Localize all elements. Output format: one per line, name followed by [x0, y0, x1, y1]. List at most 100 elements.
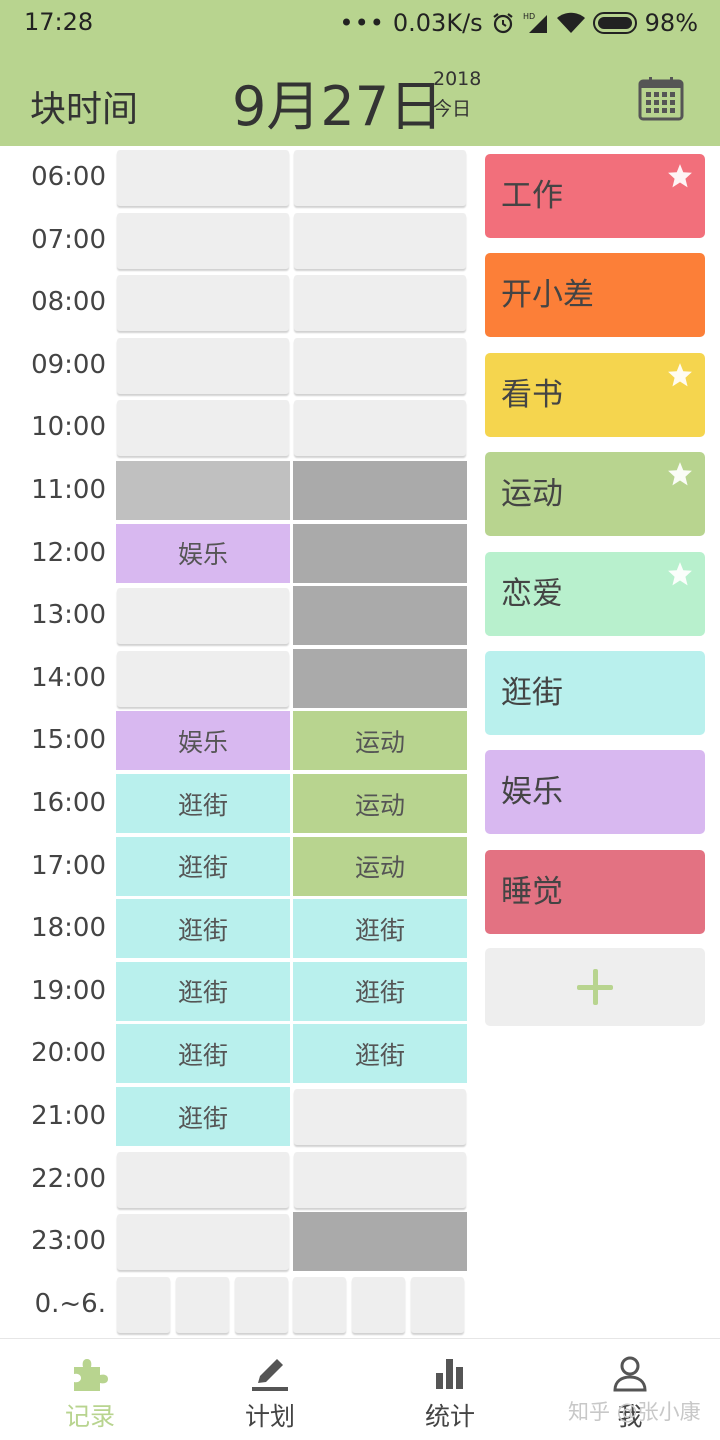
- night-slot-cell[interactable]: [293, 1276, 347, 1333]
- time-slot-cell[interactable]: [117, 650, 289, 707]
- time-slot-cell[interactable]: [294, 212, 466, 269]
- category-button[interactable]: 睡觉: [485, 849, 705, 934]
- time-row: 20:00 逛街 逛街: [0, 1022, 474, 1085]
- time-label: 0.~6.: [34, 1288, 106, 1319]
- time-slot-cell[interactable]: 运动: [293, 711, 467, 771]
- category-label: 开小差: [501, 277, 594, 314]
- star-icon[interactable]: [667, 163, 693, 189]
- time-slot-cell[interactable]: [294, 150, 466, 206]
- status-bar: 17:28 ••• 0.03K/s HD 98%: [0, 0, 720, 46]
- star-icon[interactable]: [667, 561, 693, 587]
- time-row: 15:00 娱乐 运动: [0, 709, 474, 772]
- current-date[interactable]: 9月27日: [232, 62, 443, 141]
- time-slot-cell[interactable]: 逛街: [116, 1024, 290, 1084]
- time-row: 18:00 逛街 逛街: [0, 897, 474, 960]
- category-button[interactable]: 逛街: [485, 651, 705, 735]
- category-button[interactable]: 运动: [485, 452, 705, 537]
- time-slot-cell[interactable]: [294, 1151, 466, 1208]
- time-label: 19:00: [31, 975, 106, 1006]
- time-row: 19:00 逛街 逛街: [0, 960, 474, 1023]
- nav-record[interactable]: 记录: [0, 1339, 180, 1440]
- time-slot-cell[interactable]: [293, 523, 467, 583]
- time-slot-cell[interactable]: [117, 588, 289, 645]
- time-slot-cell[interactable]: [117, 150, 289, 206]
- time-label: 23:00: [31, 1226, 106, 1257]
- time-slot-cell[interactable]: [294, 275, 466, 332]
- night-slot-cell[interactable]: [352, 1276, 406, 1333]
- time-row: 22:00: [0, 1148, 474, 1211]
- time-row: 11:00: [0, 459, 474, 522]
- svg-text:HD: HD: [523, 12, 535, 21]
- today-label: 今日: [433, 98, 472, 120]
- category-label: 恋爱: [501, 575, 563, 612]
- time-row: 0.~6.: [0, 1273, 474, 1336]
- time-slot-cell[interactable]: 逛街: [293, 899, 467, 959]
- time-slot-cell[interactable]: 娱乐: [116, 523, 290, 583]
- battery-percent: 98%: [644, 9, 698, 37]
- time-label: 08:00: [31, 287, 106, 318]
- nav-plan-label: 计划: [244, 1402, 295, 1431]
- calendar-icon[interactable]: [637, 76, 685, 122]
- time-slot-cell[interactable]: 逛街: [116, 1087, 290, 1146]
- time-slot-cell[interactable]: 逛街: [293, 961, 467, 1021]
- category-button[interactable]: 娱乐: [485, 750, 705, 835]
- time-slot-cell[interactable]: 运动: [293, 836, 467, 896]
- category-button[interactable]: 工作: [485, 154, 705, 238]
- time-slot-cell[interactable]: [116, 461, 290, 520]
- app-title: 块时间: [30, 89, 139, 130]
- time-label: 16:00: [31, 788, 106, 818]
- time-slot-cell[interactable]: 逛街: [116, 774, 290, 833]
- time-slot-cell[interactable]: [294, 1089, 466, 1145]
- plus-icon-vertical: [592, 969, 598, 1005]
- star-icon[interactable]: [667, 362, 693, 388]
- night-slot-cell[interactable]: [234, 1276, 288, 1333]
- time-slot-cell[interactable]: 逛街: [116, 836, 290, 896]
- night-slot-cell[interactable]: [175, 1276, 229, 1333]
- status-right: ••• 0.03K/s HD 98%: [339, 6, 698, 40]
- time-label: 18:00: [31, 913, 106, 944]
- time-slot-cell[interactable]: [293, 586, 467, 646]
- category-label: 睡觉: [501, 873, 563, 910]
- time-slot-cell[interactable]: [293, 1212, 467, 1272]
- pencil-icon: [252, 1359, 288, 1391]
- time-slot-cell[interactable]: [117, 337, 289, 394]
- time-slot-cell[interactable]: [117, 400, 289, 457]
- time-slot-cell[interactable]: [294, 337, 466, 394]
- category-button[interactable]: 看书: [485, 352, 705, 437]
- night-slot-cell[interactable]: [411, 1276, 464, 1333]
- schedule-grid: 06:00 07:00 08:00 09:00 10:00 11:00 12:00 娱乐 13:…: [0, 146, 474, 1338]
- time-row: 21:00 逛街: [0, 1085, 474, 1148]
- app-header: 块时间 9月27日 2018 今日: [0, 46, 720, 146]
- time-slot-cell[interactable]: [117, 212, 289, 269]
- star-icon[interactable]: [667, 461, 693, 487]
- time-row: 10:00: [0, 396, 474, 459]
- time-slot-cell[interactable]: 逛街: [116, 899, 290, 959]
- nav-stats[interactable]: 统计: [360, 1339, 540, 1440]
- time-slot-cell[interactable]: [117, 1151, 289, 1208]
- category-button[interactable]: 开小差: [485, 253, 705, 338]
- time-slot-cell[interactable]: 逛街: [116, 961, 290, 1021]
- alarm-icon: [492, 13, 513, 34]
- time-slot-cell[interactable]: 运动: [293, 774, 467, 833]
- user-icon: [613, 1356, 647, 1392]
- time-slot-cell[interactable]: 娱乐: [116, 711, 290, 771]
- time-slot-cell[interactable]: [117, 275, 289, 332]
- time-slot-cell[interactable]: [117, 1214, 289, 1271]
- time-slot-cell[interactable]: 逛街: [293, 1024, 467, 1084]
- add-category-button[interactable]: [485, 948, 705, 1026]
- time-slot-cell[interactable]: [293, 648, 467, 708]
- time-slot-cell[interactable]: [294, 400, 466, 457]
- time-row: 06:00: [0, 146, 474, 209]
- time-row: 23:00: [0, 1210, 474, 1273]
- time-slot-cell[interactable]: [293, 461, 467, 520]
- time-row: 13:00: [0, 584, 474, 647]
- net-speed: 0.03K/s: [392, 9, 483, 37]
- night-slot-cell[interactable]: [117, 1276, 170, 1333]
- category-label: 工作: [501, 178, 563, 214]
- nav-plan[interactable]: 计划: [180, 1339, 360, 1440]
- bar-chart-icon: [436, 1359, 463, 1389]
- category-button[interactable]: 恋爱: [485, 551, 705, 636]
- time-label: 07:00: [31, 224, 106, 255]
- battery-icon: [592, 12, 637, 34]
- status-time: 17:28: [24, 8, 94, 36]
